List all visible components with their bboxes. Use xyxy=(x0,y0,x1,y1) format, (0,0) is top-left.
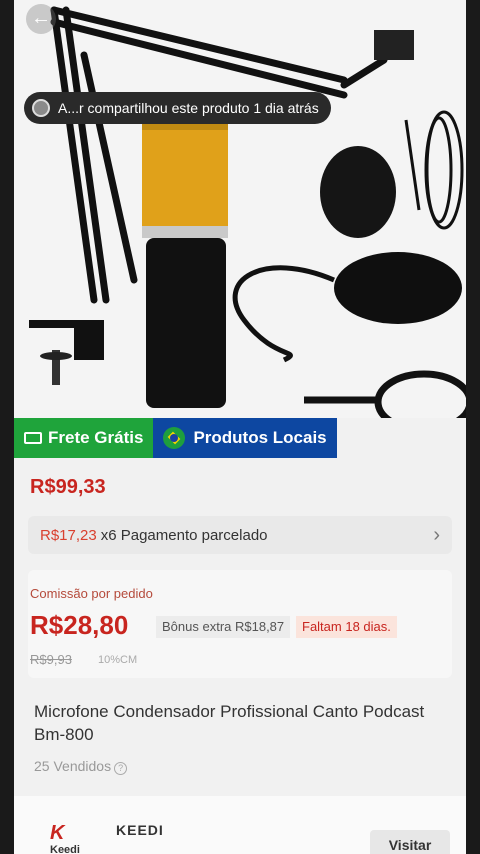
local-products-label: Produtos Locais xyxy=(193,428,327,447)
bonus-badge: Bônus extra R$18,87 xyxy=(156,616,291,638)
visit-store-button[interactable]: Visitar xyxy=(370,830,450,854)
commission-label: Comissão por pedido xyxy=(30,586,153,601)
question-icon[interactable]: ? xyxy=(114,762,128,775)
local-products-badge: Produtos Locais xyxy=(153,418,337,458)
commission-percent: 10%CM xyxy=(98,654,138,666)
truck-icon xyxy=(24,432,42,444)
product-page: ← A...r compartilhou este produto 1 dia … xyxy=(14,0,466,854)
avatar xyxy=(32,99,50,117)
free-shipping-label: Frete Grátis xyxy=(48,428,144,447)
time-left-badge: Faltam 18 dias. xyxy=(296,616,397,638)
back-arrow-icon: ← xyxy=(31,7,51,29)
sold-text: 25 Vendidos xyxy=(34,758,112,774)
product-title: Microfone Condensador Profissional Canto… xyxy=(34,702,425,744)
product-price: R$99,33 xyxy=(30,476,106,498)
old-commission: R$9,93 xyxy=(30,652,72,667)
back-button[interactable]: ← xyxy=(26,4,56,34)
installment-text: x6 Pagamento parcelado xyxy=(100,526,268,544)
commission-value: R$28,80 xyxy=(30,610,129,640)
badge-row: Frete Grátis Produtos Locais xyxy=(14,418,337,458)
share-text: A...r compartilhou este produto 1 dia at… xyxy=(58,100,319,116)
share-banner: A...r compartilhou este produto 1 dia at… xyxy=(24,92,331,124)
store-logo-text: Keedi xyxy=(50,844,80,854)
microphone-kit-illustration xyxy=(29,6,466,418)
store-bar: K Keedi KEEDI Visitar xyxy=(14,796,466,854)
commission-card: Comissão por pedido R$28,80 Bônus extra … xyxy=(28,570,452,678)
store-logo: K xyxy=(50,822,65,844)
brazil-flag-icon xyxy=(163,427,186,449)
free-shipping-badge: Frete Grátis xyxy=(14,418,154,458)
store-name: KEEDI xyxy=(116,822,164,838)
sold-count: 25 Vendidos? xyxy=(34,758,128,775)
product-image[interactable]: ← A...r compartilhou este produto 1 dia … xyxy=(14,0,466,418)
installment-amount: R$17,23 xyxy=(40,526,97,544)
installment-row[interactable]: R$17,23 x6 Pagamento parcelado › xyxy=(28,516,452,554)
chevron-right-icon: › xyxy=(433,523,440,546)
